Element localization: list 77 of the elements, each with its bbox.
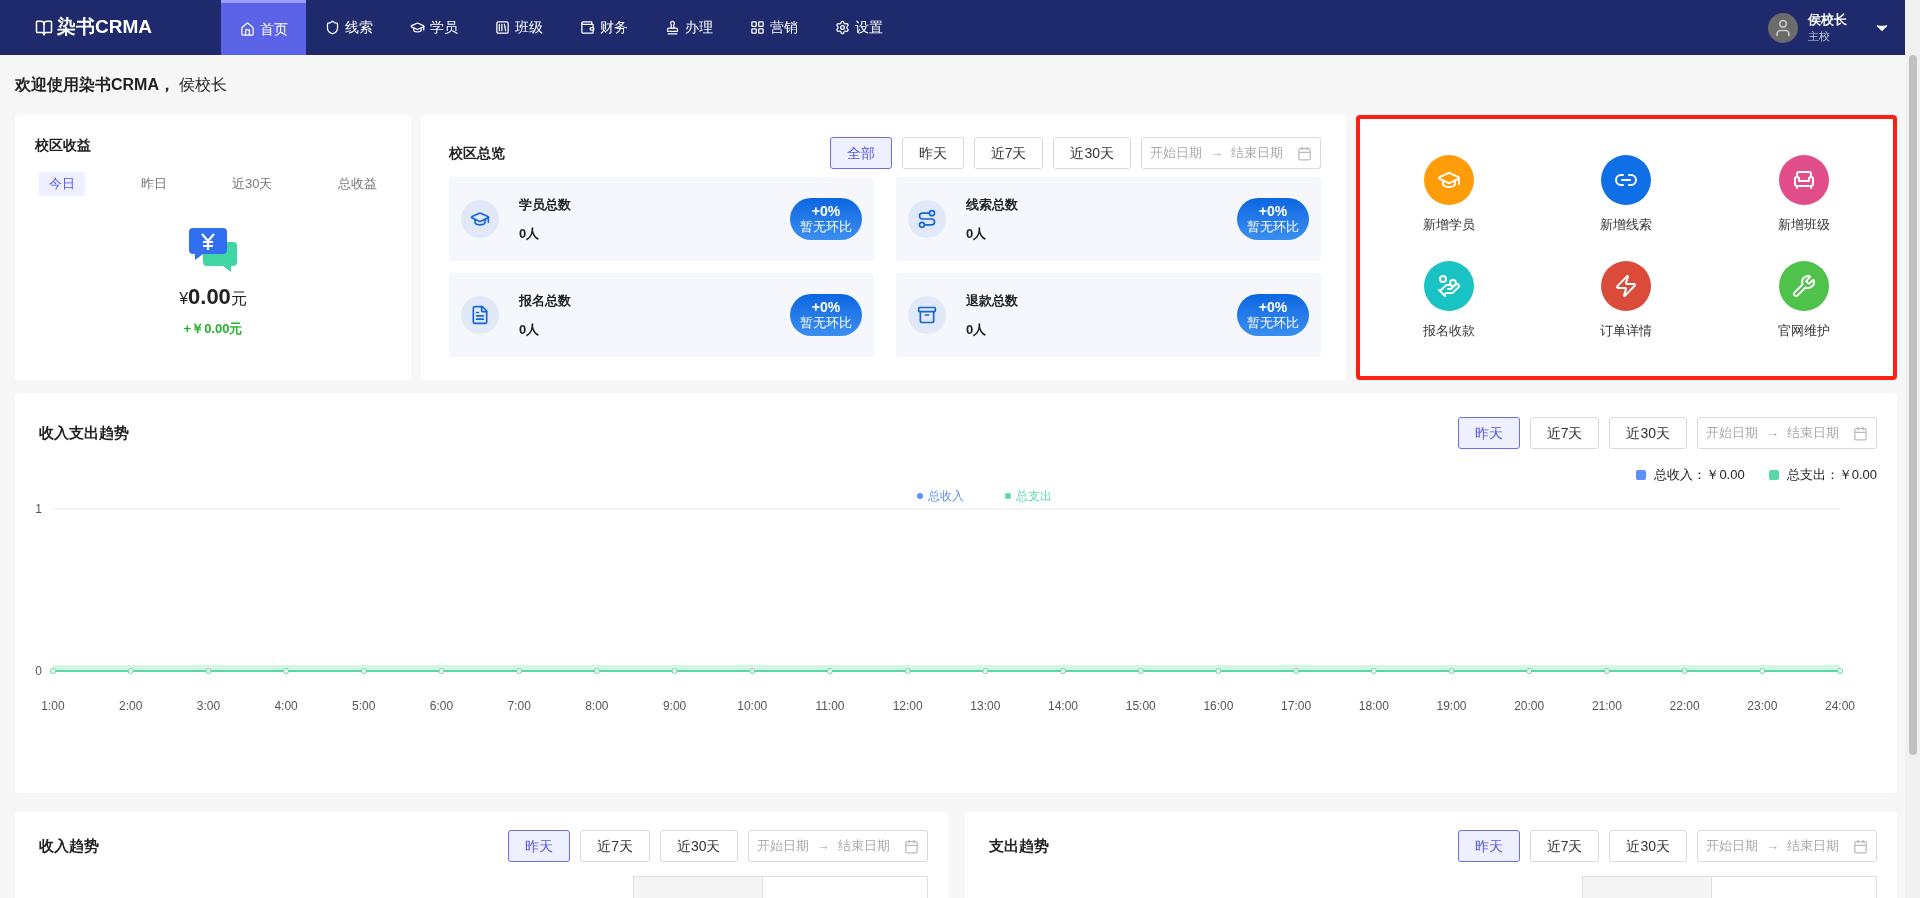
y-tick-label: 0 bbox=[35, 664, 42, 678]
end-date-placeholder: 结束日期 bbox=[1231, 144, 1283, 163]
range-arrow: → bbox=[1766, 837, 1779, 856]
y-tick-label: 1 bbox=[35, 502, 42, 516]
start-date-placeholder: 开始日期 bbox=[1150, 144, 1202, 163]
action-label: 新增班级 bbox=[1778, 215, 1831, 234]
change-note: 暂无环比 bbox=[800, 219, 852, 235]
start-date-placeholder: 开始日期 bbox=[1706, 424, 1758, 443]
action-label: 新增学员 bbox=[1422, 215, 1475, 234]
stat-value: 0人 bbox=[519, 321, 541, 339]
x-tick-label: 21:00 bbox=[1591, 699, 1622, 713]
x-tick-label: 19:00 bbox=[1436, 699, 1467, 713]
x-tick-label: 12:00 bbox=[892, 699, 923, 713]
x-tick-label: 5:00 bbox=[352, 699, 376, 713]
action-label: 订单详情 bbox=[1600, 322, 1653, 340]
card-title: 校区收益 bbox=[35, 136, 92, 155]
stat-value: 0人 bbox=[966, 321, 988, 339]
x-tick-label: 24:00 bbox=[1825, 699, 1855, 713]
logo-text: 染书CRMA bbox=[57, 15, 152, 40]
x-tick-label: 22:00 bbox=[1669, 699, 1700, 713]
x-tick-label: 11:00 bbox=[815, 699, 845, 713]
x-tick-label: 7:00 bbox=[507, 699, 531, 713]
change-percent: +0% bbox=[811, 299, 841, 315]
summary-label: 总收入： bbox=[1654, 466, 1707, 485]
card-title: 校区总览 bbox=[449, 143, 505, 163]
x-tick-label: 23:00 bbox=[1747, 699, 1778, 713]
x-tick-label: 14:00 bbox=[1048, 699, 1079, 713]
welcome-text: 欢迎使用染书CRMA， 侯校长 bbox=[15, 75, 228, 95]
x-tick-label: 4:00 bbox=[274, 699, 298, 713]
stat-value: 0人 bbox=[519, 225, 541, 243]
range-arrow: → bbox=[1210, 144, 1223, 163]
card-title: 支出趋势 bbox=[988, 835, 1049, 856]
summary-label: 总支出： bbox=[1786, 466, 1839, 485]
x-tick-label: 17:00 bbox=[1281, 699, 1312, 713]
x-tick-label: 15:00 bbox=[1125, 699, 1156, 713]
stat-value: 0人 bbox=[966, 225, 988, 243]
user-name: 侯校长 bbox=[1808, 11, 1847, 28]
end-date-placeholder: 结束日期 bbox=[1787, 837, 1839, 856]
stat-label: 线索总数 bbox=[966, 195, 1018, 214]
start-date-placeholder: 开始日期 bbox=[756, 837, 809, 856]
change-note: 暂无环比 bbox=[1247, 315, 1299, 331]
legend-label: 总支出 bbox=[1015, 489, 1052, 503]
action-label: 官网维护 bbox=[1778, 322, 1831, 340]
x-tick-label: 6:00 bbox=[429, 699, 454, 713]
x-tick-label: 16:00 bbox=[1203, 699, 1234, 713]
revenue-amount: ¥0.00元 bbox=[179, 283, 247, 311]
change-note: 暂无环比 bbox=[1247, 219, 1299, 235]
legend-label: 总收入 bbox=[927, 489, 964, 503]
action-label: 报名收款 bbox=[1422, 322, 1475, 340]
x-tick-label: 13:00 bbox=[970, 699, 1001, 713]
x-tick-label: 2:00 bbox=[119, 699, 143, 713]
end-date-placeholder: 结束日期 bbox=[837, 837, 890, 856]
range-arrow: → bbox=[1766, 424, 1779, 443]
summary-value: ￥0.00 bbox=[1838, 466, 1877, 485]
change-note: 暂无环比 bbox=[800, 315, 852, 331]
x-tick-label: 10:00 bbox=[737, 699, 768, 713]
x-tick-label: 20:00 bbox=[1514, 699, 1545, 713]
user-role: 主校 bbox=[1808, 28, 1831, 44]
x-tick-label: 1:00 bbox=[41, 699, 65, 713]
x-tick-label: 9:00 bbox=[662, 699, 687, 713]
end-date-placeholder: 结束日期 bbox=[1787, 424, 1839, 443]
revenue-change: +￥0.00元 bbox=[183, 320, 243, 338]
range-arrow: → bbox=[816, 837, 830, 856]
summary-value: ￥0.00 bbox=[1706, 466, 1745, 485]
action-label: 新增线索 bbox=[1600, 215, 1653, 234]
change-percent: +0% bbox=[811, 203, 841, 219]
stat-label: 学员总数 bbox=[519, 195, 571, 214]
stat-label: 退款总数 bbox=[966, 291, 1018, 310]
card-title: 收入支出趋势 bbox=[39, 422, 129, 443]
x-tick-label: 18:00 bbox=[1358, 699, 1389, 713]
change-percent: +0% bbox=[1258, 203, 1288, 219]
x-tick-label: 8:00 bbox=[585, 699, 609, 713]
change-percent: +0% bbox=[1258, 299, 1288, 315]
start-date-placeholder: 开始日期 bbox=[1706, 837, 1758, 856]
card-title: 收入趋势 bbox=[39, 835, 99, 856]
stat-label: 报名总数 bbox=[519, 291, 571, 310]
x-tick-label: 3:00 bbox=[196, 699, 221, 713]
